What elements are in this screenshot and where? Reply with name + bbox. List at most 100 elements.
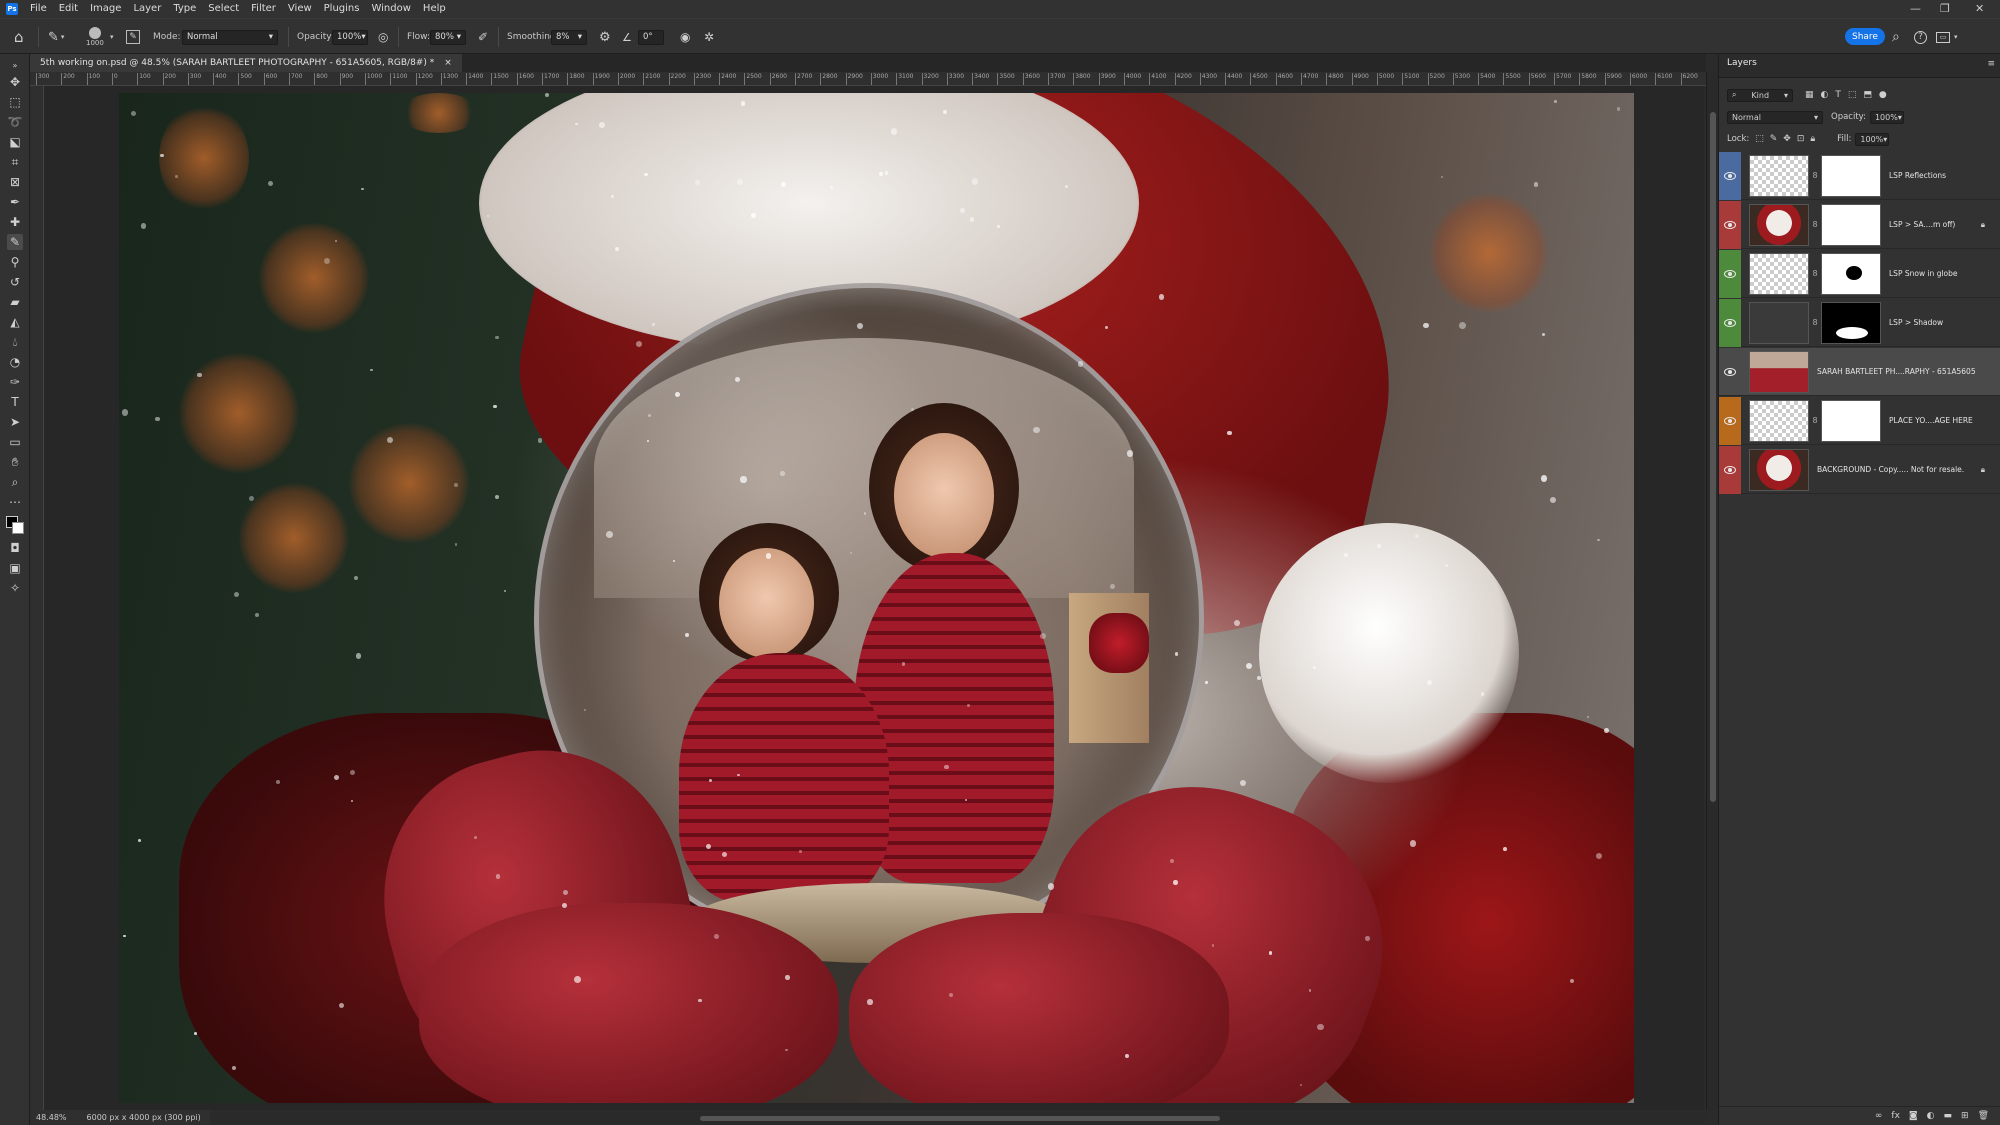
- workspace-icon[interactable]: ▭: [1936, 19, 1950, 55]
- eye-icon[interactable]: [1724, 269, 1736, 278]
- menu-type[interactable]: Type: [167, 0, 202, 18]
- layers-tab[interactable]: Layers: [1727, 58, 1757, 68]
- horizontal-scroll-thumb[interactable]: [700, 1116, 1220, 1121]
- layer-row[interactable]: 8 LSP Reflections: [1719, 151, 2000, 200]
- dodge-tool-icon[interactable]: ◔: [7, 354, 23, 370]
- layer-visibility-toggle[interactable]: [1719, 298, 1741, 347]
- menu-filter[interactable]: Filter: [245, 0, 282, 18]
- zoom-tool-icon[interactable]: ⌕: [7, 474, 23, 490]
- layer-row[interactable]: 8 LSP Snow in globe: [1719, 249, 2000, 298]
- pressure-opacity-icon[interactable]: ◎: [378, 19, 388, 55]
- layer-row[interactable]: SARAH BARTLEET PH....RAPHY - 651A5605: [1719, 348, 2000, 396]
- eye-icon[interactable]: [1724, 171, 1736, 180]
- menu-window[interactable]: Window: [365, 0, 416, 18]
- workspace-chevron-icon[interactable]: ▾: [1954, 19, 1958, 55]
- blend-mode-select[interactable]: Normal ▾: [1727, 110, 1823, 124]
- horizontal-scrollbar[interactable]: [210, 1112, 1706, 1125]
- close-window-icon[interactable]: ✕: [1975, 0, 1984, 18]
- symmetry-icon[interactable]: ✲: [704, 19, 714, 55]
- flow-field[interactable]: 80% ▾: [430, 29, 466, 45]
- menu-view[interactable]: View: [282, 0, 318, 18]
- layer-mask-thumbnail[interactable]: [1821, 203, 1881, 246]
- share-button[interactable]: Share: [1845, 28, 1885, 45]
- lasso-tool-icon[interactable]: ➰: [7, 114, 23, 130]
- layer-visibility-toggle[interactable]: [1719, 396, 1741, 445]
- home-icon[interactable]: ⌂: [14, 19, 24, 55]
- menu-edit[interactable]: Edit: [53, 0, 84, 18]
- mask-link-icon[interactable]: 8: [1809, 220, 1821, 229]
- pressure-size-icon[interactable]: ◉: [680, 19, 690, 55]
- layer-filter-kind[interactable]: ⌕ Kind ▾: [1727, 88, 1793, 102]
- eye-icon[interactable]: [1724, 220, 1736, 229]
- clone-stamp-tool-icon[interactable]: ⚲: [7, 254, 23, 270]
- layer-mask-thumbnail[interactable]: [1821, 301, 1881, 344]
- menu-plugins[interactable]: Plugins: [318, 0, 366, 18]
- link-layers-icon[interactable]: ∞: [1875, 1111, 1883, 1121]
- mask-link-icon[interactable]: 8: [1809, 269, 1821, 278]
- move-tool-icon[interactable]: ✥: [7, 74, 23, 90]
- panel-menu-icon[interactable]: ≡: [1987, 59, 1995, 69]
- delete-layer-icon[interactable]: 🗑︎: [1978, 1111, 1989, 1121]
- blur-tool-icon[interactable]: 💧︎: [7, 334, 23, 350]
- crop-tool-icon[interactable]: ⌗: [7, 154, 23, 170]
- eye-icon[interactable]: [1724, 367, 1736, 376]
- search-icon[interactable]: ⌕: [1892, 19, 1900, 55]
- layer-visibility-toggle[interactable]: [1719, 249, 1741, 298]
- layer-row[interactable]: 8 LSP > SA....m off) 🔒︎: [1719, 200, 2000, 249]
- rectangle-tool-icon[interactable]: ▭: [7, 434, 23, 450]
- more-tools-icon[interactable]: ⋯: [7, 494, 23, 510]
- hand-tool-icon[interactable]: ✋︎: [7, 454, 23, 470]
- brush-settings-icon[interactable]: ✎: [126, 19, 140, 55]
- layer-row[interactable]: 8 PLACE YO....AGE HERE: [1719, 396, 2000, 445]
- brush-tool-preset-icon[interactable]: ✎ ▾: [48, 19, 64, 55]
- pen-tool-icon[interactable]: ✑: [7, 374, 23, 390]
- menu-select[interactable]: Select: [202, 0, 245, 18]
- layer-row[interactable]: 8 LSP > Shadow: [1719, 298, 2000, 347]
- help-icon[interactable]: ?: [1914, 19, 1927, 55]
- menu-help[interactable]: Help: [417, 0, 452, 18]
- brush-angle-field[interactable]: 0°: [638, 29, 664, 45]
- menu-layer[interactable]: Layer: [127, 0, 167, 18]
- new-group-icon[interactable]: ▬: [1944, 1111, 1953, 1121]
- type-tool-icon[interactable]: T: [7, 394, 23, 410]
- restore-icon[interactable]: ❐: [1940, 0, 1950, 18]
- new-layer-icon[interactable]: ⊞: [1961, 1111, 1969, 1121]
- smoothing-options-gear-icon[interactable]: ⚙: [599, 19, 611, 55]
- opacity-field[interactable]: 100% ▾: [332, 29, 368, 45]
- object-selection-tool-icon[interactable]: ⬕: [7, 134, 23, 150]
- menu-image[interactable]: Image: [84, 0, 127, 18]
- path-selection-tool-icon[interactable]: ➤: [7, 414, 23, 430]
- brush-angle-icon[interactable]: ∠: [622, 19, 632, 55]
- background-color-swatch[interactable]: [12, 522, 24, 534]
- layer-mask-thumbnail[interactable]: [1821, 252, 1881, 295]
- history-brush-tool-icon[interactable]: ↺: [7, 274, 23, 290]
- marquee-tool-icon[interactable]: ⬚: [7, 94, 23, 110]
- fill-field[interactable]: 100% ▾: [1855, 132, 1890, 146]
- add-mask-icon[interactable]: ◙: [1909, 1111, 1918, 1121]
- layer-opacity-field[interactable]: 100% ▾: [1869, 110, 1904, 124]
- mode-select[interactable]: Normal ▾: [182, 29, 278, 45]
- eye-icon[interactable]: [1724, 416, 1736, 425]
- generative-fill-icon[interactable]: ✧: [7, 580, 23, 596]
- layer-visibility-toggle[interactable]: [1719, 151, 1741, 200]
- eye-icon[interactable]: [1724, 318, 1736, 327]
- eye-icon[interactable]: [1724, 465, 1736, 474]
- brush-size-picker[interactable]: 1000: [86, 19, 104, 55]
- layer-visibility-toggle[interactable]: [1719, 200, 1741, 249]
- mask-link-icon[interactable]: 8: [1809, 171, 1821, 180]
- mask-link-icon[interactable]: 8: [1809, 318, 1821, 327]
- lock-options-icons[interactable]: ⬚✎✥⊡🔒︎: [1755, 134, 1821, 144]
- canvas-area[interactable]: [44, 86, 1704, 1110]
- menu-file[interactable]: File: [24, 0, 53, 18]
- brush-tool-icon[interactable]: ✎: [7, 234, 23, 250]
- healing-brush-tool-icon[interactable]: ✚: [7, 214, 23, 230]
- layer-visibility-toggle[interactable]: [1719, 445, 1741, 494]
- frame-tool-icon[interactable]: ⊠: [7, 174, 23, 190]
- vertical-scrollbar[interactable]: [1706, 72, 1718, 1110]
- mask-link-icon[interactable]: 8: [1809, 416, 1821, 425]
- document-tab[interactable]: 5th working on.psd @ 48.5% (SARAH BARTLE…: [30, 54, 462, 72]
- close-tab-icon[interactable]: ×: [444, 58, 452, 68]
- document-image[interactable]: [119, 93, 1634, 1103]
- paint-bucket-tool-icon[interactable]: ◭: [7, 314, 23, 330]
- vertical-scroll-thumb[interactable]: [1710, 112, 1716, 802]
